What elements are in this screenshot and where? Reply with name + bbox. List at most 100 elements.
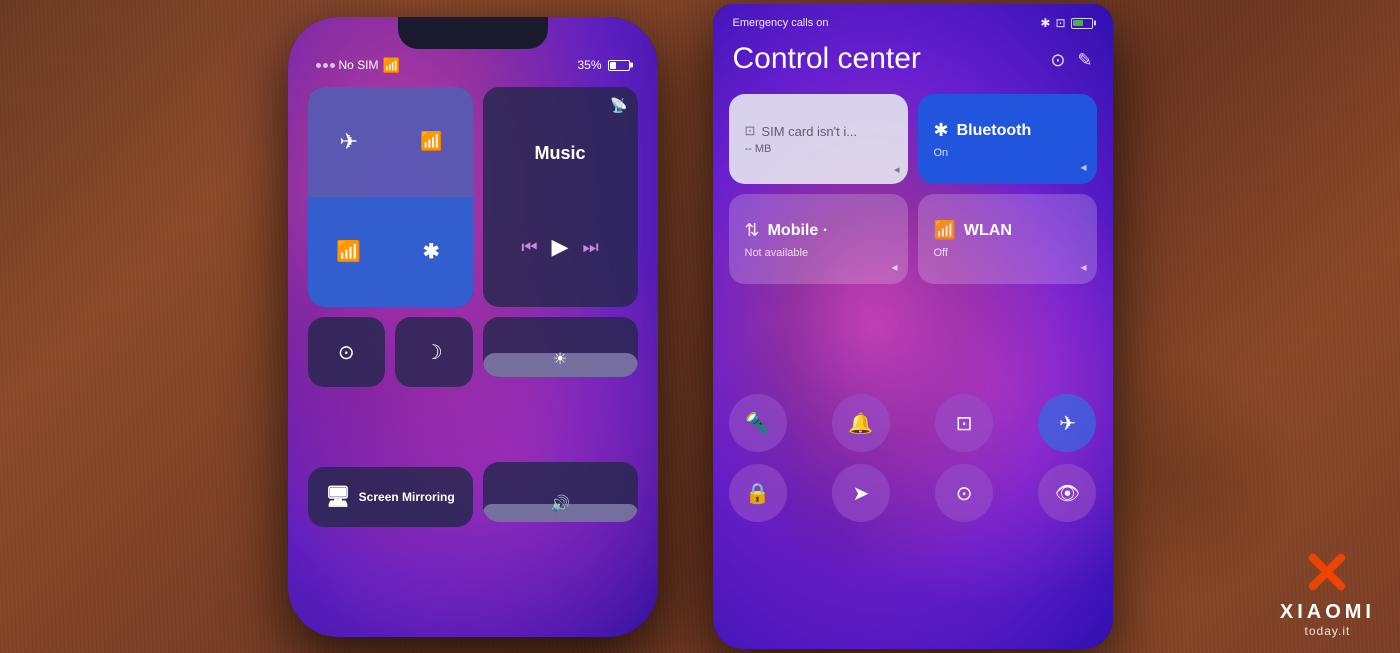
- cast-icon: 📡: [610, 97, 627, 114]
- flashlight-button[interactable]: 🔦: [729, 394, 787, 452]
- bluetooth-tile[interactable]: ✱ Bluetooth On ◂: [918, 94, 1097, 184]
- rewind-icon[interactable]: ⏮: [521, 237, 537, 258]
- navigate-icon: ➤: [852, 481, 869, 506]
- cellular-icon: 📶: [420, 131, 442, 152]
- cellular-button[interactable]: 📶: [390, 87, 473, 197]
- eye-icon: 👁: [1055, 481, 1080, 506]
- status-left: No SIM 📶: [316, 57, 400, 74]
- lock-button[interactable]: 🔒: [729, 464, 787, 522]
- wlan-subtitle: Off: [934, 247, 1081, 259]
- sim-arrow: ◂: [894, 163, 900, 176]
- signal-dots: [316, 63, 335, 68]
- brand-logo-area: xiaomi today.it: [1280, 544, 1375, 638]
- emergency-text: Emergency calls on: [733, 17, 829, 29]
- brand-name: xiaomi: [1280, 601, 1375, 624]
- signal-dot: [323, 63, 328, 68]
- screen-mirror-label: Screen Mirroring: [359, 490, 455, 504]
- iphone-control-center: ✈ 📶 📶 ✱ 📡 Music: [308, 87, 638, 597]
- screen-mirror-button[interactable]: 🖥 Screen Mirroring: [308, 467, 473, 527]
- volume-icon: 🔊: [550, 494, 570, 514]
- music-widget[interactable]: 📡 Music ⏮ ▶ ⏭: [483, 87, 638, 308]
- airplane-mode-button[interactable]: ✈: [308, 87, 391, 197]
- battery-indicator: [608, 60, 630, 71]
- battery-fill: [610, 62, 616, 69]
- accessibility-button[interactable]: 👁: [1038, 464, 1096, 522]
- bluetooth-subtitle: On: [934, 147, 1081, 159]
- airplane-icon: ✈: [340, 129, 358, 155]
- xiaomi-title-icons: ⊙ ✎: [1050, 50, 1092, 71]
- sliders-column: ☀ 🔊: [483, 317, 638, 597]
- wlan-title: WLAN: [964, 222, 1012, 240]
- signal-dot: [316, 63, 321, 68]
- mobile-data-tile[interactable]: ⇅ Mobile · Not available ◂: [729, 194, 908, 284]
- airplane-icon-xm: ✈: [1059, 411, 1076, 436]
- wifi-icon: 📶: [336, 239, 361, 264]
- sim-status-icon: ⊡: [1055, 16, 1065, 30]
- wlan-tile[interactable]: 📶 WLAN Off ◂: [918, 194, 1097, 284]
- music-controls: ⏮ ▶ ⏭: [521, 234, 598, 260]
- bluetooth-button[interactable]: ✱: [390, 197, 473, 307]
- navigate-button[interactable]: ➤: [832, 464, 890, 522]
- xiaomi-status-icons: ✱ ⊡: [1040, 16, 1092, 30]
- carrier-label: No SIM: [339, 58, 379, 72]
- play-icon[interactable]: ▶: [552, 234, 569, 260]
- music-label: Music: [534, 143, 585, 164]
- xiaomi-cc-title: Control center: [733, 42, 921, 76]
- sim-card-icon: ⊡: [745, 123, 756, 139]
- brand-x-icon: [1297, 544, 1357, 599]
- wifi-button[interactable]: 📶: [308, 197, 391, 307]
- rotation-lock-icon: ⊙: [338, 340, 355, 365]
- mobile-data-subtitle: Not available: [745, 247, 892, 259]
- iphone-status-bar: No SIM 📶 35%: [288, 57, 658, 74]
- brand-domain: today.it: [1305, 624, 1351, 638]
- bottom-row-1: ⊙ ☽: [308, 317, 473, 457]
- xiaomi-control-grid: ⊡ SIM card isn't i... -- MB ◂ ✱ Bluetoot…: [729, 94, 1097, 304]
- airplane-mode-button-xm[interactable]: ✈: [1038, 394, 1096, 452]
- bluetooth-title: Bluetooth: [957, 122, 1032, 140]
- mobile-data-icon: ⇅: [745, 220, 760, 241]
- battery-body: [608, 60, 630, 71]
- wifi-status-icon: 📶: [383, 57, 400, 74]
- iphone-device: No SIM 📶 35% ✈: [288, 17, 658, 637]
- xiaomi-screen: Emergency calls on ✱ ⊡ Control center ⊙ …: [713, 4, 1113, 649]
- phones-wrapper: No SIM 📶 35% ✈: [0, 0, 1400, 653]
- brightness-icon: ☀: [553, 349, 567, 369]
- xiaomi-icon-row-1: 🔦 🔔 ⊡ ✈: [729, 394, 1097, 452]
- rotation-lock-button[interactable]: ⊙: [308, 317, 386, 387]
- iphone-notch: [398, 17, 548, 49]
- bluetooth-tile-icon: ✱: [934, 120, 949, 141]
- sim-tile[interactable]: ⊡ SIM card isn't i... -- MB ◂: [729, 94, 908, 184]
- edit-icon[interactable]: ✎: [1077, 50, 1092, 71]
- status-right: 35%: [577, 58, 629, 72]
- lock-icon: 🔒: [745, 481, 770, 506]
- bluetooth-arrow: ◂: [1080, 160, 1086, 174]
- xiaomi-battery-fill: [1073, 20, 1083, 26]
- screenshot-button[interactable]: ⊡: [935, 394, 993, 452]
- mobile-data-arrow: ◂: [891, 260, 897, 274]
- focus-button[interactable]: ⊙: [935, 464, 993, 522]
- fast-forward-icon[interactable]: ⏭: [582, 237, 598, 258]
- moon-icon: ☽: [425, 340, 443, 365]
- wlan-icon: 📶: [934, 220, 956, 241]
- screenshot-icon: ⊡: [956, 411, 973, 436]
- wlan-arrow: ◂: [1080, 260, 1086, 274]
- screen-mirror-icon: 🖥: [325, 484, 350, 509]
- night-mode-button[interactable]: ☽: [395, 317, 473, 387]
- signal-dot: [330, 63, 335, 68]
- connectivity-grid: ✈ 📶 📶 ✱: [308, 87, 473, 308]
- xiaomi-icon-row-2: 🔒 ➤ ⊙ 👁: [729, 464, 1097, 522]
- sim-mb-label: -- MB: [745, 143, 892, 155]
- flashlight-icon: 🔦: [745, 411, 770, 436]
- iphone-screen: No SIM 📶 35% ✈: [288, 17, 658, 637]
- bluetooth-icon: ✱: [423, 239, 440, 264]
- xiaomi-device: Emergency calls on ✱ ⊡ Control center ⊙ …: [713, 4, 1113, 649]
- focus-icon: ⊙: [956, 481, 973, 506]
- bluetooth-status-icon: ✱: [1040, 16, 1050, 30]
- xiaomi-status-bar: Emergency calls on ✱ ⊡: [713, 16, 1113, 30]
- brightness-slider[interactable]: ☀: [483, 317, 638, 377]
- volume-slider[interactable]: 🔊: [483, 462, 638, 522]
- settings-icon[interactable]: ⊙: [1050, 50, 1065, 71]
- sim-title: SIM card isn't i...: [761, 124, 857, 139]
- notification-button[interactable]: 🔔: [832, 394, 890, 452]
- sim-header: ⊡ SIM card isn't i...: [745, 123, 892, 139]
